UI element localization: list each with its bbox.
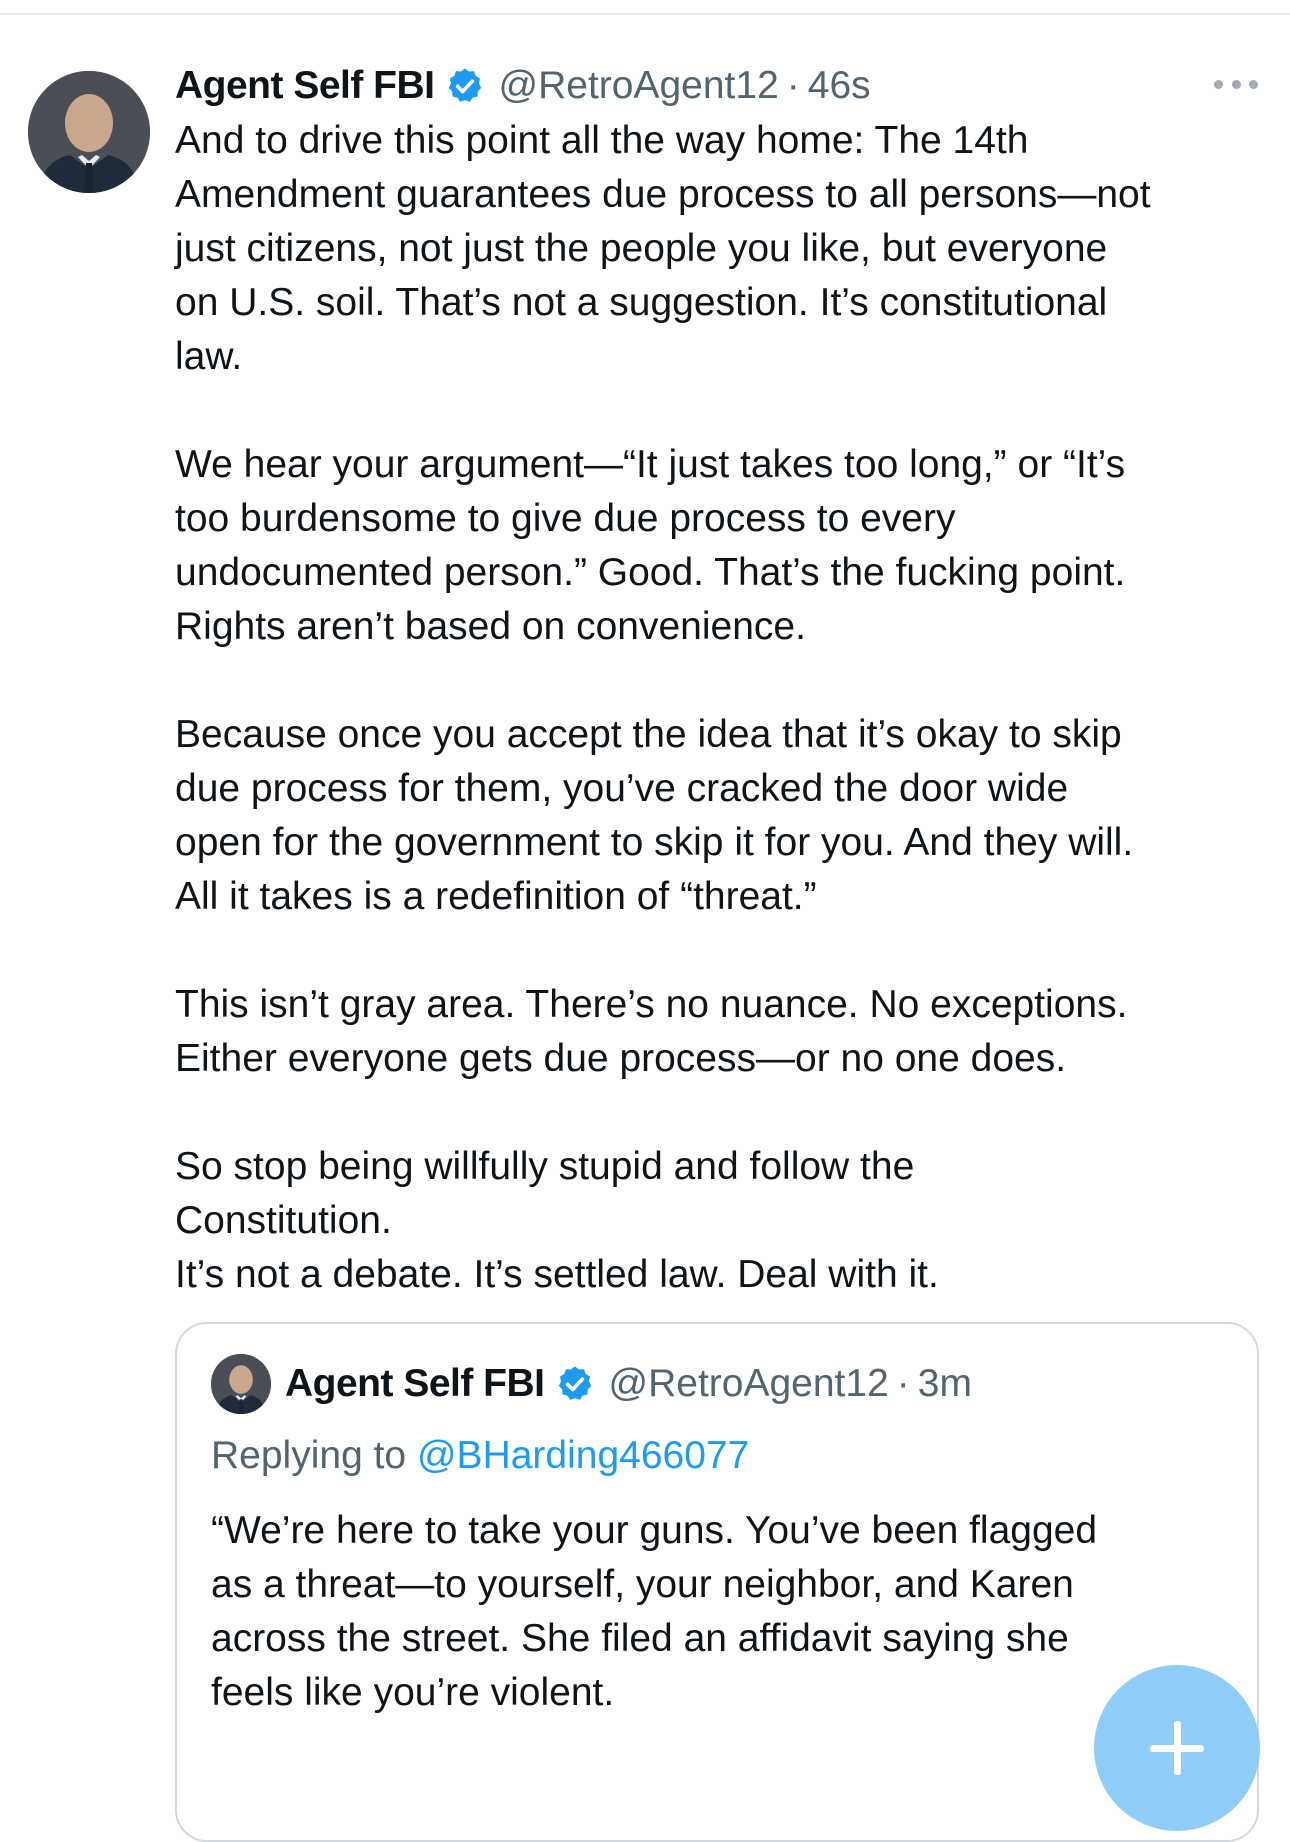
quoted-author-handle: @RetroAgent12	[608, 1362, 889, 1405]
author-handle[interactable]: @RetroAgent12	[499, 64, 779, 108]
quoted-post-header: Agent Self FBI @RetroAgent12 · 3m	[211, 1354, 972, 1414]
author-avatar[interactable]	[28, 71, 150, 193]
verified-badge-icon	[445, 66, 485, 106]
quoted-post-text: “We’re here to take your guns. You’ve be…	[211, 1509, 1098, 1714]
post-paragraph: And to drive this point all the way home…	[175, 119, 1151, 378]
quoted-header-separator: ·	[896, 1362, 910, 1405]
quoted-post-timestamp: 3m	[917, 1362, 972, 1405]
replying-to-label: Replying to	[211, 1434, 407, 1477]
plus-icon-stroke	[1174, 1721, 1181, 1775]
more-dot	[1249, 79, 1258, 89]
post-paragraph: This isn’t gray area. There’s no nuance.…	[175, 983, 1128, 1080]
post-paragraph: Because once you accept the idea that it…	[175, 713, 1134, 918]
more-dot	[1231, 79, 1241, 89]
post-body: And to drive this point all the way home…	[175, 114, 1275, 1302]
verified-badge-icon	[555, 1364, 595, 1404]
post-header: Agent Self FBI @RetroAgent12 · 46s	[175, 58, 871, 114]
quoted-author-avatar	[211, 1354, 271, 1414]
top-divider	[0, 13, 1290, 15]
replying-to-line: Replying to @BHarding466077	[211, 1434, 749, 1478]
more-dot	[1214, 79, 1223, 89]
author-display-name[interactable]: Agent Self FBI	[175, 64, 435, 108]
post-timestamp[interactable]: 46s	[808, 64, 871, 108]
header-separator: ·	[786, 64, 800, 107]
replying-to-mention-link[interactable]: @BHarding466077	[417, 1434, 749, 1477]
quoted-author-display-name: Agent Self FBI	[285, 1362, 545, 1405]
more-horizontal-icon[interactable]	[1214, 74, 1258, 94]
post-paragraph: So stop being willfully stupid and follo…	[175, 1145, 939, 1296]
post-paragraph: We hear your argument—“It just takes too…	[175, 443, 1126, 648]
compose-fab-button[interactable]	[1094, 1665, 1260, 1831]
